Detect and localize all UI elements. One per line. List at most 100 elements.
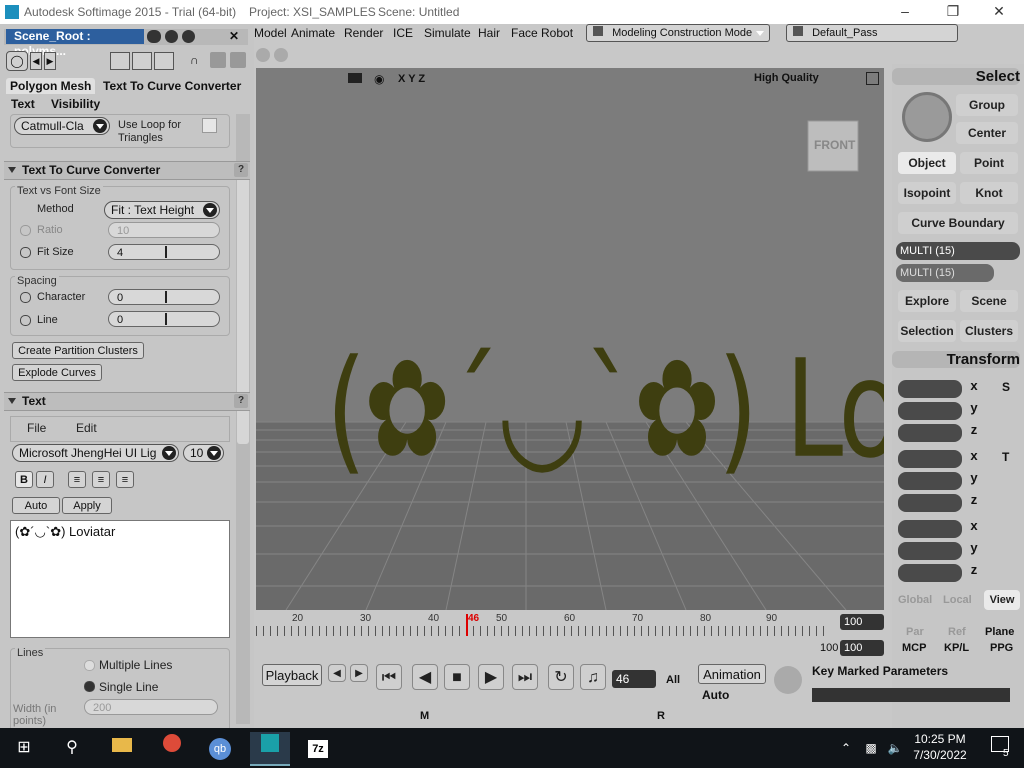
character-slider-handle[interactable] [165, 291, 167, 303]
refresh-icon[interactable] [182, 30, 195, 43]
scale-x-axis[interactable]: x [966, 378, 982, 396]
ppg-tab[interactable]: PPG [990, 642, 1013, 654]
ratio-anim-icon[interactable] [20, 225, 31, 236]
timeline[interactable]: 20 30 40 50 60 70 80 90 46 100 [256, 612, 886, 636]
scale-y-field[interactable] [898, 402, 962, 420]
translate-icon[interactable]: T [1002, 450, 1009, 464]
preset-reset-icon[interactable] [154, 52, 174, 70]
group-button[interactable]: Group [956, 94, 1018, 116]
camera-icon[interactable] [348, 73, 362, 83]
network-icon[interactable]: ▩ [860, 732, 882, 764]
single-line-radio[interactable] [84, 681, 95, 692]
align-left-icon[interactable]: ≡ [68, 471, 86, 488]
translate-y-axis[interactable]: y [966, 540, 982, 558]
menu-animate[interactable]: Animate [291, 26, 335, 40]
line-anim-icon[interactable] [20, 315, 31, 326]
scale-z-field[interactable] [898, 424, 962, 442]
translate-x-field[interactable] [898, 520, 962, 538]
par-button[interactable]: Par [906, 626, 924, 638]
undo-icon[interactable] [256, 48, 270, 62]
step-back-icon[interactable]: ◀ [412, 664, 438, 690]
kpl-tab[interactable]: KP/L [944, 642, 969, 654]
explode-curves-button[interactable]: Explode Curves [12, 364, 102, 381]
preset-save-icon[interactable] [132, 52, 152, 70]
center-button[interactable]: Center [956, 122, 1018, 144]
prev-arrow-icon[interactable]: ◀ [30, 52, 42, 70]
auto-key-button[interactable]: Auto [702, 688, 729, 702]
tab-text-to-curve[interactable]: Text To Curve Converter [103, 79, 241, 93]
scale-x-field[interactable] [898, 380, 962, 398]
scale-y-axis[interactable]: y [966, 400, 982, 418]
end-frame-field[interactable]: 100 [840, 614, 884, 630]
tab-text[interactable]: Text [11, 97, 35, 111]
axes-label[interactable]: X Y Z [398, 73, 425, 85]
fitsize-slider-handle[interactable] [165, 246, 167, 258]
render-pass-select[interactable]: Default_Pass [786, 24, 958, 42]
preset-load-icon[interactable] [110, 52, 130, 70]
key-marked-label[interactable]: Key Marked Parameters [812, 664, 948, 678]
explore-button[interactable]: Explore [898, 290, 956, 312]
loop-icon[interactable]: ↻ [548, 664, 574, 690]
scale-z-axis[interactable]: z [966, 422, 982, 440]
italic-button[interactable]: I [36, 471, 54, 488]
method-select[interactable]: Fit : Text Height [104, 201, 220, 219]
help-icon[interactable]: ? [234, 163, 248, 177]
clock-time[interactable]: 10:25 PM [912, 732, 968, 746]
magnet-icon[interactable]: ∩ [190, 53, 199, 67]
restore-button[interactable]: ❐ [930, 0, 976, 24]
font-select[interactable]: Microsoft JhengHei UI Lig [12, 444, 179, 462]
prev-key-icon[interactable]: ◀ [328, 664, 346, 682]
help-icon[interactable]: ? [234, 394, 248, 408]
character-anim-icon[interactable] [20, 292, 31, 303]
object-button[interactable]: Object [898, 152, 956, 174]
line-slider-handle[interactable] [165, 313, 167, 325]
create-partition-button[interactable]: Create Partition Clusters [12, 342, 144, 359]
character-field[interactable]: 0 [108, 289, 220, 305]
quality-label[interactable]: High Quality [754, 72, 819, 84]
point-button[interactable]: Point [960, 152, 1018, 174]
selection-button[interactable]: Selection [898, 320, 956, 342]
key-icon[interactable] [774, 666, 802, 694]
translate-x-axis[interactable]: x [966, 518, 982, 536]
animation-menu-button[interactable]: Animation [698, 664, 766, 684]
section-header-converter[interactable]: Text To Curve Converter ? [4, 161, 250, 180]
rotate-x-axis[interactable]: x [966, 448, 982, 466]
key-icon[interactable]: ◯ [6, 51, 28, 71]
palette-icon[interactable] [230, 52, 246, 68]
line-field[interactable]: 0 [108, 311, 220, 327]
close-panel-icon[interactable]: ✕ [229, 29, 239, 43]
menu-simulate[interactable]: Simulate [424, 26, 471, 40]
file-explorer-icon[interactable] [102, 732, 142, 764]
next-key-icon[interactable]: ▶ [350, 664, 368, 682]
menu-hair[interactable]: Hair [478, 26, 500, 40]
key-marked-dark-bar[interactable] [812, 688, 1010, 702]
bold-button[interactable]: B [15, 471, 33, 488]
volume-icon[interactable]: 🔈 [884, 732, 906, 764]
scale-icon[interactable]: S [1002, 380, 1010, 394]
play-icon[interactable]: ▶ [478, 664, 504, 690]
menu-render[interactable]: Render [344, 26, 383, 40]
fitsize-field[interactable]: 4 [108, 244, 220, 260]
qbittorrent-icon[interactable]: qb [200, 732, 240, 764]
windows-start-icon[interactable]: ⊞ [4, 732, 44, 764]
selection-field-2[interactable]: MULTI (15) [896, 264, 994, 282]
softimage-icon[interactable] [250, 732, 290, 766]
align-center-icon[interactable]: ≡ [92, 471, 110, 488]
tab-visibility[interactable]: Visibility [51, 97, 100, 111]
next-arrow-icon[interactable]: ▶ [44, 52, 56, 70]
isopoint-button[interactable]: Isopoint [898, 182, 956, 204]
select-arrow-icon[interactable] [902, 92, 952, 142]
view-button[interactable]: View [984, 590, 1020, 610]
multiple-lines-radio[interactable] [84, 660, 95, 671]
mcp-tab[interactable]: MCP [902, 642, 926, 654]
section-header-text[interactable]: Text ? [4, 392, 250, 411]
construction-mode-select[interactable]: Modeling Construction Mode [586, 24, 770, 42]
clock-date[interactable]: 7/30/2022 [908, 748, 972, 762]
object-name-field[interactable]: Scene_Root : polyms... [6, 29, 144, 58]
redo-icon[interactable] [274, 48, 288, 62]
translate-z-axis[interactable]: z [966, 562, 982, 580]
apply-button[interactable]: Apply [62, 497, 112, 514]
edit-menu[interactable]: Edit [76, 421, 97, 435]
ref-button[interactable]: Ref [948, 626, 966, 638]
close-button[interactable]: ✕ [976, 0, 1022, 24]
